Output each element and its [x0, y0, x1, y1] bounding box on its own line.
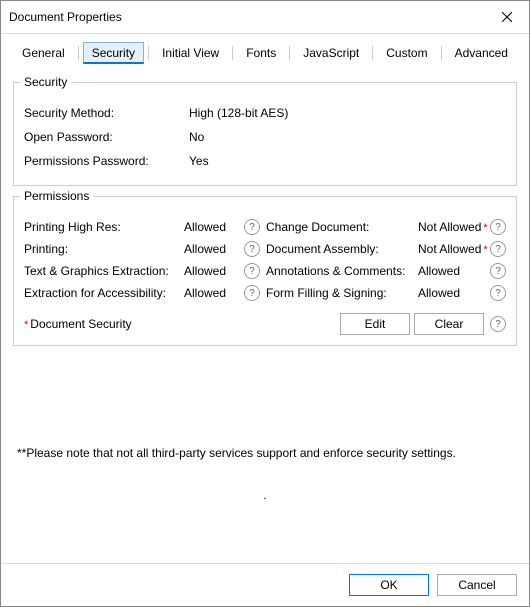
document-security-row: *Document Security Edit Clear ?: [24, 313, 506, 335]
permission-row: Extraction for Accessibility: Allowed ? …: [24, 285, 506, 301]
tab-general[interactable]: General: [13, 42, 74, 64]
help-icon[interactable]: ?: [490, 316, 506, 332]
tab-bar: General Security Initial View Fonts Java…: [1, 34, 529, 64]
tab-fonts[interactable]: Fonts: [237, 42, 285, 64]
tab-separator: [78, 46, 79, 60]
security-method-value: High (128-bit AES): [189, 106, 288, 120]
perm-annotations-label: Annotations & Comments:: [266, 264, 418, 278]
open-password-label: Open Password:: [24, 130, 189, 144]
open-password-value: No: [189, 130, 204, 144]
perm-form-filling-value: Allowed: [418, 286, 488, 300]
tab-separator: [148, 46, 149, 60]
perm-annotations-value: Allowed: [418, 264, 488, 278]
ok-button[interactable]: OK: [349, 574, 429, 596]
close-icon: [502, 12, 512, 22]
permission-row: Printing High Res: Allowed ? Change Docu…: [24, 219, 506, 235]
title-bar: Document Properties: [1, 1, 529, 34]
help-icon[interactable]: ?: [490, 219, 506, 235]
tab-custom[interactable]: Custom: [377, 42, 436, 64]
help-icon[interactable]: ?: [490, 263, 506, 279]
restricted-star-icon: *: [24, 319, 28, 331]
perm-document-assembly-label: Document Assembly:: [266, 242, 418, 256]
restricted-star-icon: *: [483, 244, 487, 256]
perm-printing-highres-label: Printing High Res:: [24, 220, 184, 234]
tab-javascript[interactable]: JavaScript: [294, 42, 368, 64]
edit-button[interactable]: Edit: [340, 313, 410, 335]
close-button[interactable]: [485, 5, 529, 29]
perm-document-assembly-value: Not Allowed*: [418, 242, 488, 256]
perm-text-graphics-label: Text & Graphics Extraction:: [24, 264, 184, 278]
permissions-password-label: Permissions Password:: [24, 154, 189, 168]
help-icon[interactable]: ?: [244, 263, 260, 279]
content-area: Security Security Method: High (128-bit …: [1, 64, 529, 563]
perm-form-filling-label: Form Filling & Signing:: [266, 286, 418, 300]
perm-accessibility-label: Extraction for Accessibility:: [24, 286, 184, 300]
cancel-button[interactable]: Cancel: [437, 574, 517, 596]
tab-initial-view[interactable]: Initial View: [153, 42, 228, 64]
perm-text-graphics-value: Allowed: [184, 264, 242, 278]
dot-separator: .: [13, 488, 517, 502]
help-icon[interactable]: ?: [244, 219, 260, 235]
permissions-group-title: Permissions: [20, 189, 93, 203]
tab-security[interactable]: Security: [83, 42, 144, 64]
security-group: Security Security Method: High (128-bit …: [13, 82, 517, 186]
security-method-label: Security Method:: [24, 106, 189, 120]
help-icon[interactable]: ?: [490, 285, 506, 301]
perm-printing-label: Printing:: [24, 242, 184, 256]
perm-accessibility-value: Allowed: [184, 286, 242, 300]
tab-separator: [372, 46, 373, 60]
tab-separator: [232, 46, 233, 60]
restricted-star-icon: *: [483, 222, 487, 234]
perm-printing-highres-value: Allowed: [184, 220, 242, 234]
clear-button[interactable]: Clear: [414, 313, 484, 335]
perm-change-document-value: Not Allowed*: [418, 220, 488, 234]
perm-change-document-label: Change Document:: [266, 220, 418, 234]
permissions-group: Permissions Printing High Res: Allowed ?…: [13, 196, 517, 346]
permission-row: Printing: Allowed ? Document Assembly: N…: [24, 241, 506, 257]
window-title: Document Properties: [9, 10, 122, 24]
security-note: **Please note that not all third-party s…: [13, 446, 517, 460]
perm-printing-value: Allowed: [184, 242, 242, 256]
tab-separator: [441, 46, 442, 60]
tab-separator: [289, 46, 290, 60]
security-group-title: Security: [20, 75, 71, 89]
document-security-label: *Document Security: [24, 317, 336, 331]
dialog-button-bar: OK Cancel: [1, 563, 529, 606]
permission-row: Text & Graphics Extraction: Allowed ? An…: [24, 263, 506, 279]
permissions-password-value: Yes: [189, 154, 209, 168]
tab-advanced[interactable]: Advanced: [446, 42, 517, 64]
help-icon[interactable]: ?: [490, 241, 506, 257]
help-icon[interactable]: ?: [244, 241, 260, 257]
help-icon[interactable]: ?: [244, 285, 260, 301]
